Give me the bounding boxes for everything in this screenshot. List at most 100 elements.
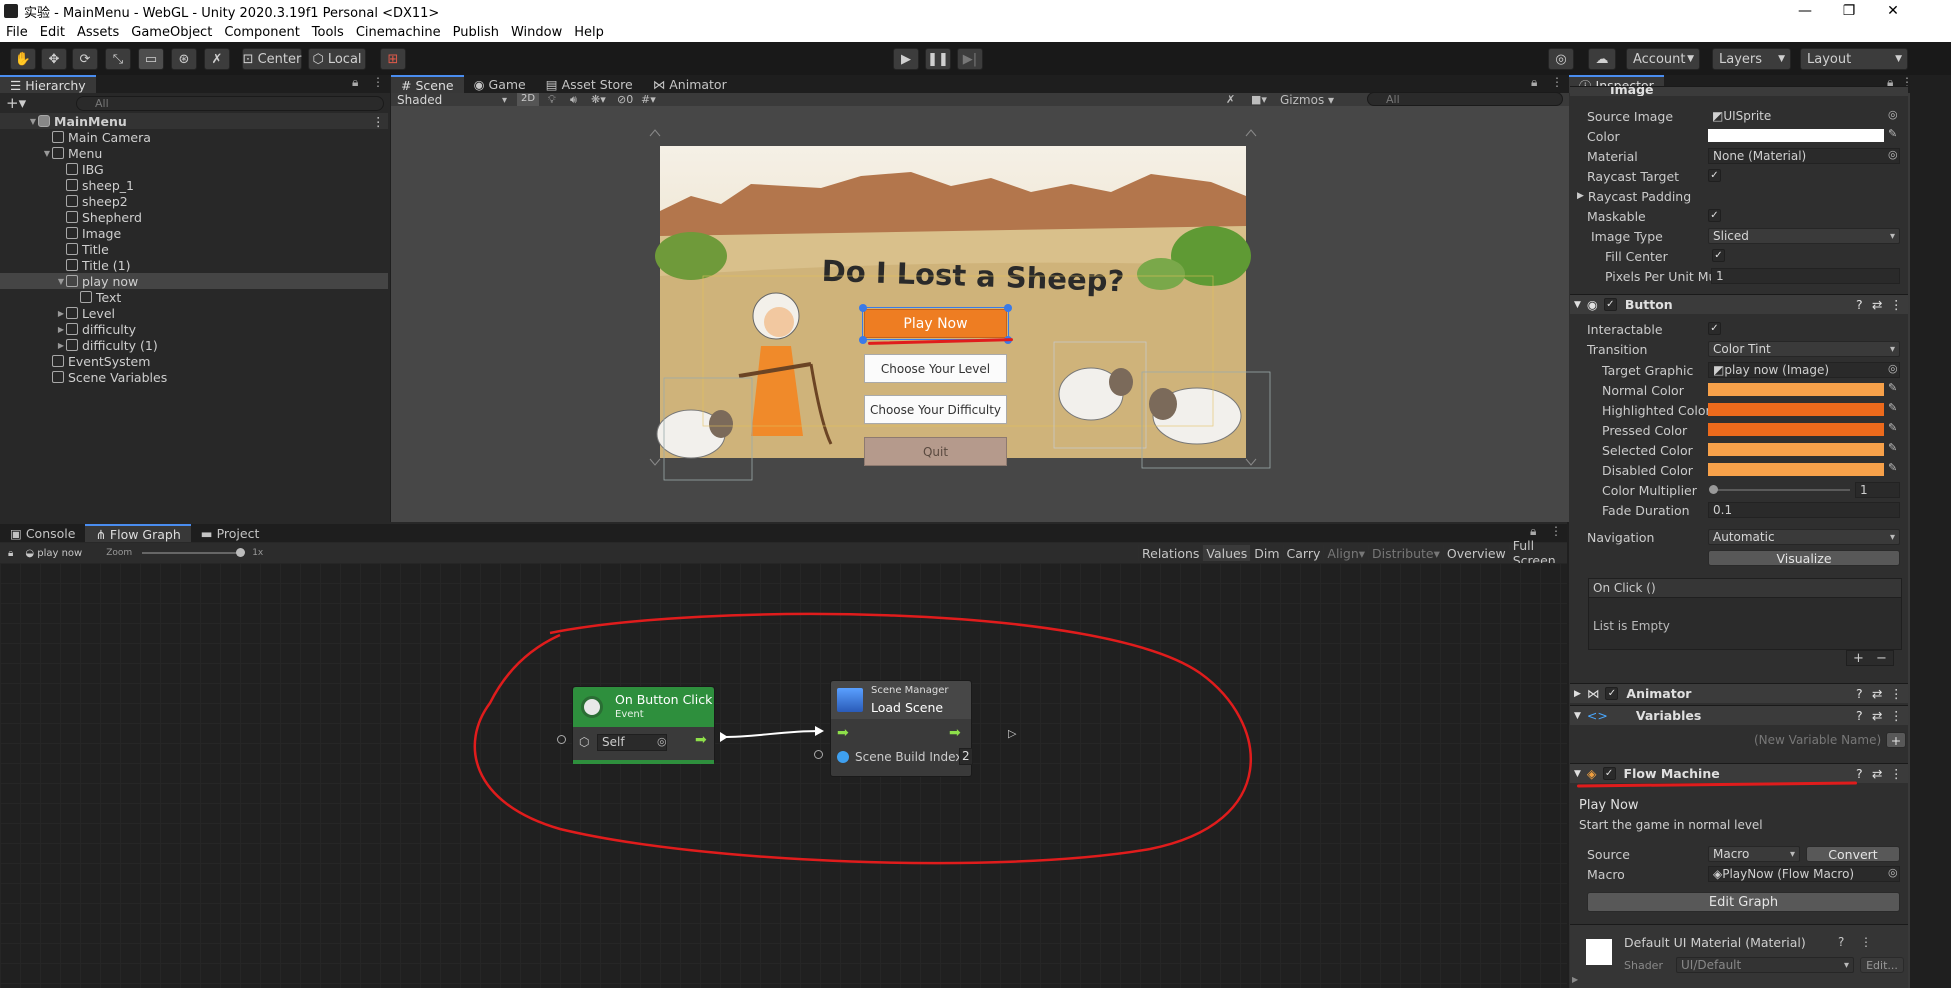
hand-tool-icon[interactable]: ✋ (10, 48, 36, 70)
fade-duration-field[interactable]: 0.1 (1708, 502, 1900, 518)
quit-game-button[interactable]: Quit (864, 437, 1007, 466)
custom-tool-icon[interactable]: ✗ (204, 48, 230, 70)
relations-button[interactable]: Relations (1138, 545, 1202, 561)
flow-help-icon[interactable]: ? (1856, 766, 1863, 781)
hierarchy-item[interactable]: Text (0, 289, 388, 305)
rect-tool-icon[interactable]: ▭ (138, 48, 164, 70)
button-enabled-checkbox[interactable]: ✓ (1603, 298, 1617, 311)
scene-lock-icon[interactable]: 🔒︎ (1531, 75, 1537, 90)
choose-level-game-button[interactable]: Choose Your Level (864, 354, 1007, 383)
expand-arrow-icon[interactable]: ▼ (56, 277, 66, 286)
disabled-eyedropper-icon[interactable]: ✎ (1888, 461, 1897, 474)
color-multiplier-slider[interactable] (1709, 485, 1850, 494)
move-tool-icon[interactable]: ✥ (41, 48, 67, 70)
pause-button[interactable]: ❚❚ (925, 48, 951, 70)
expand-arrow-icon[interactable]: ▶ (56, 325, 66, 334)
menu-assets[interactable]: Assets (77, 25, 119, 40)
hierarchy-search-input[interactable]: All (76, 96, 384, 111)
hierarchy-item[interactable]: sheep_1 (0, 177, 388, 193)
tab-scene[interactable]: # Scene (391, 75, 464, 93)
hierarchy-item[interactable]: Title (1) (0, 257, 388, 273)
flow-menu-icon[interactable]: ⋮ (1890, 766, 1903, 781)
scale-tool-icon[interactable]: ⤡ (105, 48, 131, 70)
scene-menu-icon[interactable]: ⋮ (1551, 75, 1563, 89)
hidden-objects-icon[interactable]: ⊘0 (617, 93, 633, 106)
align-button[interactable]: Align ▾ (1323, 545, 1368, 561)
handle-tr[interactable] (1004, 304, 1012, 312)
highlighted-eyedropper-icon[interactable]: ✎ (1888, 401, 1897, 414)
variables-help-icon[interactable]: ? (1856, 708, 1863, 723)
animator-menu-icon[interactable]: ⋮ (1890, 686, 1903, 701)
maximize-button[interactable]: ❐ (1826, 0, 1872, 22)
edit-graph-button[interactable]: Edit Graph (1587, 892, 1900, 912)
image-component-header[interactable]: Image (1570, 86, 1908, 96)
interactable-checkbox[interactable]: ✓ (1708, 322, 1721, 335)
selected-eyedropper-icon[interactable]: ✎ (1888, 441, 1897, 454)
menu-cinemachine[interactable]: Cinemachine (356, 25, 441, 40)
menu-component[interactable]: Component (224, 25, 299, 40)
variables-component-header[interactable]: ▼ <> Variables ? ⇄ ⋮ (1570, 705, 1908, 725)
normal-color-swatch[interactable] (1708, 383, 1884, 396)
tab-flow-graph[interactable]: ⋔ Flow Graph (85, 524, 191, 542)
flow-preset-icon[interactable]: ⇄ (1872, 766, 1882, 781)
trailing-output-port[interactable]: ▷ (1008, 727, 1016, 740)
fill-center-checkbox[interactable]: ✓ (1712, 249, 1725, 262)
layers-dropdown[interactable]: Layers ▼ (1712, 48, 1791, 70)
grid-icon[interactable]: #▾ (641, 93, 656, 106)
variables-menu-icon[interactable]: ⋮ (1890, 708, 1903, 723)
navigation-dropdown[interactable]: Automatic (1708, 529, 1900, 545)
value-input-port[interactable] (557, 735, 566, 744)
image-type-dropdown[interactable]: Sliced (1708, 228, 1900, 244)
hierarchy-item[interactable]: Main Camera (0, 129, 388, 145)
int-port-icon[interactable] (837, 751, 849, 763)
menu-gameobject[interactable]: GameObject (131, 25, 212, 40)
hierarchy-item[interactable]: ▶ difficulty (0, 321, 388, 337)
pressed-color-swatch[interactable] (1708, 423, 1884, 436)
2d-toggle[interactable]: 2D (517, 93, 539, 106)
graph-menu-icon[interactable]: ⋮ (1550, 524, 1562, 538)
zoom-handle[interactable] (236, 548, 246, 557)
pivot-local-toggle[interactable]: ⬡ Local (308, 48, 366, 70)
menu-publish[interactable]: Publish (453, 25, 499, 40)
create-add-icon[interactable]: +▾ (6, 94, 26, 112)
animator-preset-icon[interactable]: ⇄ (1872, 686, 1882, 701)
add-event-button[interactable]: + (1853, 651, 1864, 666)
lock-icon[interactable]: 🔒︎ (352, 75, 358, 90)
tab-console[interactable]: ▣ Console (0, 524, 85, 542)
target-graphic-picker-icon[interactable]: ◎ (1888, 362, 1898, 375)
graph-lock-small-icon[interactable]: 🔒︎ (8, 548, 13, 559)
source-image-field[interactable]: ◩ UISprite (1708, 108, 1900, 124)
menu-tools[interactable]: Tools (312, 25, 344, 40)
breadcrumb[interactable]: ◒ play now (25, 548, 82, 559)
hierarchy-item[interactable]: Scene Variables (0, 369, 388, 385)
scene-search-input[interactable]: All (1367, 92, 1563, 106)
layout-dropdown[interactable]: Layout ▼ (1800, 48, 1908, 70)
tab-project[interactable]: ▬ Project (191, 524, 270, 542)
dim-button[interactable]: Dim (1250, 545, 1282, 561)
source-dropdown[interactable]: Macro (1708, 846, 1800, 862)
flow-machine-header[interactable]: ▼ ◈ ✓ Flow Machine ? ⇄ ⋮ (1570, 763, 1908, 783)
transform-tool-icon[interactable]: ⊛ (171, 48, 197, 70)
control-input-port[interactable]: ➡ (837, 725, 849, 741)
target-picker-icon[interactable]: ◎ (657, 735, 667, 748)
pivot-center-toggle[interactable]: ⊡ Center (242, 48, 302, 70)
overview-button[interactable]: Overview (1442, 545, 1509, 561)
grid-snap-icon[interactable]: ⊞ (380, 48, 406, 70)
minimize-button[interactable]: — (1782, 0, 1828, 22)
hierarchy-item[interactable]: ▼ play now (0, 273, 388, 289)
hierarchy-item[interactable]: Title (0, 241, 388, 257)
effects-icon[interactable]: ❋▾ (591, 93, 606, 106)
raycast-padding-row[interactable]: ▶ Raycast Padding (1577, 188, 1897, 204)
new-variable-input[interactable]: (New Variable Name) (1754, 733, 1881, 747)
hierarchy-item[interactable]: Image (0, 225, 388, 241)
variables-preset-icon[interactable]: ⇄ (1872, 708, 1882, 723)
visualize-button[interactable]: Visualize (1708, 550, 1900, 566)
scene-build-index-field[interactable]: 2 (959, 748, 973, 765)
hierarchy-item[interactable]: IBG (0, 161, 388, 177)
ppu-field[interactable]: 1 (1711, 268, 1900, 284)
zoom-slider[interactable] (142, 548, 246, 557)
value-input-port-2[interactable] (814, 750, 823, 759)
menu-file[interactable]: File (6, 25, 28, 40)
collab-icon[interactable]: ◎ (1548, 48, 1574, 70)
shader-dropdown[interactable]: UI/Default (1676, 957, 1854, 973)
